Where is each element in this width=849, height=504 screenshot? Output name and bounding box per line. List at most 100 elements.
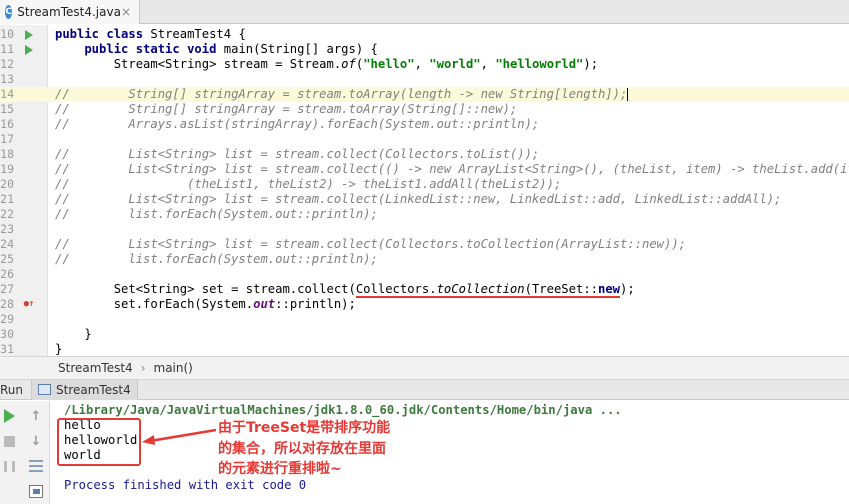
line-number: 27: [0, 282, 14, 296]
line-number: 28: [0, 297, 14, 311]
code-text: public static void main(String[] args) {: [55, 42, 378, 57]
line-number: 14: [0, 87, 14, 101]
code-line[interactable]: 10 public class StreamTest4 {: [0, 27, 849, 42]
exit-button[interactable]: [28, 483, 44, 499]
code-token: toCollection: [436, 282, 525, 298]
code-line[interactable]: 29: [0, 312, 849, 327]
code-token: main(String[] args) {: [223, 42, 378, 56]
output-highlight-box: [57, 418, 141, 466]
code-line[interactable]: 26: [0, 267, 849, 282]
run-gutter-icon[interactable]: [22, 27, 36, 42]
run-panel-header: Run StreamTest4: [0, 379, 849, 400]
stop-button[interactable]: [1, 433, 17, 449]
run-tab-label: StreamTest4: [56, 382, 131, 397]
breadcrumb-item[interactable]: main(): [154, 361, 193, 375]
arrow-down-icon: ↓: [30, 433, 42, 449]
soft-wrap-button[interactable]: [28, 458, 44, 474]
code-line[interactable]: 17: [0, 132, 849, 147]
line-number: 30: [0, 327, 14, 341]
line-number: 31: [0, 342, 14, 356]
text-caret: [627, 88, 629, 101]
line-number: 17: [0, 132, 14, 146]
code-text: Stream<String> stream = Stream.of("hello…: [55, 57, 598, 72]
line-number: 15: [0, 102, 14, 116]
scroll-up-button[interactable]: ↑: [28, 408, 44, 424]
code-line[interactable]: 23: [0, 222, 849, 237]
code-line[interactable]: 12 Stream<String> stream = Stream.of("he…: [0, 57, 849, 72]
code-token: );: [583, 57, 599, 71]
code-token: public static void: [55, 42, 224, 56]
code-token: "hello": [363, 57, 415, 71]
code-token: // Arrays.asList(stringArray).forEach(Sy…: [55, 117, 540, 131]
rerun-button[interactable]: [1, 408, 17, 424]
exit-icon: [29, 484, 43, 498]
breakpoint-icon[interactable]: ●↑: [22, 297, 36, 312]
code-token: Collectors.: [355, 282, 437, 298]
code-line[interactable]: 16 // Arrays.asList(stringArray).forEach(…: [0, 117, 849, 132]
code-token: Stream<String> stream = Stream.: [55, 57, 342, 71]
breadcrumb: StreamTest4 › main(): [0, 356, 849, 380]
code-token: // (theList1, theList2) -> theList1.addA…: [55, 177, 562, 191]
code-line[interactable]: 19 // List<String> list = stream.collect(…: [0, 162, 849, 177]
annotation-arrow-icon: [142, 428, 217, 445]
line-number: 22: [0, 207, 14, 221]
code-line[interactable]: 15 // String[] stringArray = stream.toArr…: [0, 102, 849, 117]
code-token: // List<String> list = stream.collect(()…: [55, 162, 849, 176]
code-text: // List<String> list = stream.collect(Co…: [55, 147, 539, 162]
line-number: 18: [0, 147, 14, 161]
code-line[interactable]: 13: [0, 72, 849, 87]
tab-streamtest4[interactable]: C StreamTest4.java ×: [0, 0, 140, 24]
code-token: }: [55, 327, 92, 341]
code-line[interactable]: 14 // String[] stringArray = stream.toArr…: [0, 87, 849, 102]
code-text: // Arrays.asList(stringArray).forEach(Sy…: [55, 117, 539, 132]
stop-icon: [3, 435, 15, 447]
run-gutter-icon[interactable]: [22, 42, 36, 57]
run-toolbar: ↑ ↓: [0, 401, 50, 504]
line-number: 20: [0, 177, 14, 191]
code-token: // String[] stringArray = stream.toArray…: [55, 87, 628, 101]
close-icon[interactable]: ×: [121, 5, 131, 19]
code-token: public class: [55, 27, 151, 41]
code-text: // list.forEach(System.out::println);: [55, 252, 378, 267]
code-line[interactable]: 31}: [0, 342, 849, 356]
code-token: // String[] stringArray = stream.toArray…: [55, 102, 518, 116]
run-tab-streamtest4[interactable]: StreamTest4: [31, 379, 138, 400]
console-line: /Library/Java/JavaVirtualMachines/jdk1.8…: [64, 403, 622, 417]
code-token: (TreeSet::: [524, 282, 598, 298]
code-line[interactable]: 25 // list.forEach(System.out::println);: [0, 252, 849, 267]
code-token: ::println);: [275, 297, 356, 311]
code-line[interactable]: 28 ●↑ set.forEach(System.out::println);: [0, 297, 849, 312]
line-number: 24: [0, 237, 14, 251]
code-token: ,: [414, 57, 430, 71]
code-token: // list.forEach(System.out::println);: [55, 207, 378, 221]
code-editor[interactable]: 10 public class StreamTest4 {11 public st…: [0, 25, 849, 356]
code-token: // list.forEach(System.out::println);: [55, 252, 378, 266]
pause-button[interactable]: [1, 458, 17, 474]
arrow-up-icon: ↑: [30, 408, 42, 424]
line-number: 21: [0, 192, 14, 206]
code-line[interactable]: 21 // List<String> list = stream.collect(…: [0, 192, 849, 207]
code-text: Set<String> set = stream.collect(Collect…: [55, 282, 635, 298]
line-number: 10: [0, 27, 14, 41]
code-line[interactable]: 11 public static void main(String[] args…: [0, 42, 849, 57]
java-class-icon: C: [5, 5, 13, 19]
code-line[interactable]: 22 // list.forEach(System.out::println);: [0, 207, 849, 222]
line-number: 29: [0, 312, 14, 326]
code-token: );: [620, 282, 635, 296]
line-number: 19: [0, 162, 14, 176]
annotation-note: 由于TreeSet是带排序功能的集合，所以对存放在里面的元素进行重排啦~: [218, 420, 391, 477]
scroll-down-button[interactable]: ↓: [28, 433, 44, 449]
console-output[interactable]: /Library/Java/JavaVirtualMachines/jdk1.8…: [50, 401, 849, 504]
code-token: }: [55, 342, 63, 356]
code-text: // String[] stringArray = stream.toArray…: [55, 102, 517, 117]
code-line[interactable]: 18 // List<String> list = stream.collect(…: [0, 147, 849, 162]
line-number: 25: [0, 252, 14, 266]
code-line[interactable]: 20 // (theList1, theList2) -> theList1.ad…: [0, 177, 849, 192]
code-line[interactable]: 27 Set<String> set = stream.collect(Coll…: [0, 282, 849, 298]
code-text: set.forEach(System.out::println);: [55, 297, 356, 312]
breadcrumb-item[interactable]: StreamTest4: [58, 361, 133, 375]
code-text: public class StreamTest4 {: [55, 27, 246, 42]
code-line[interactable]: 30 }: [0, 327, 849, 342]
code-line[interactable]: 24 // List<String> list = stream.collect(…: [0, 237, 849, 252]
pause-icon: [3, 460, 15, 472]
